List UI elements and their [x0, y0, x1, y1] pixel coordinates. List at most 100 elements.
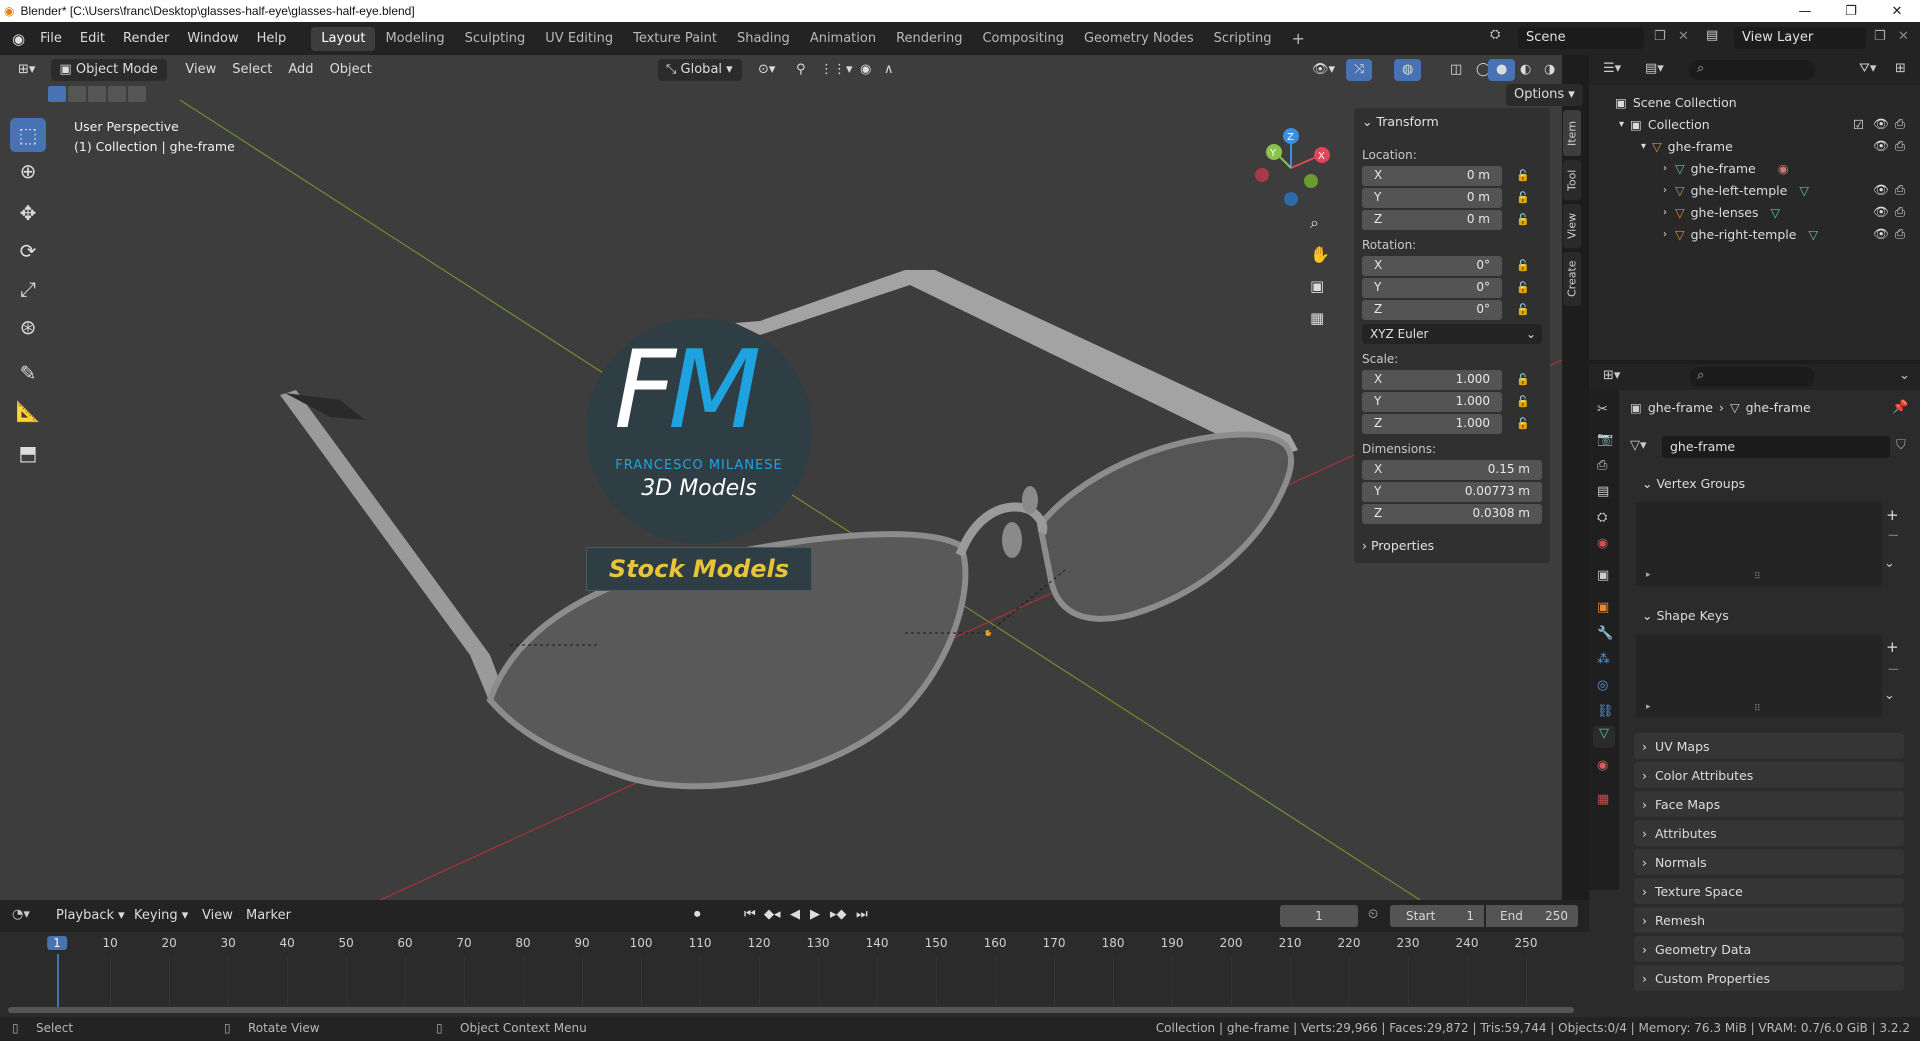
dimensions-z-field[interactable]: Z 0.0308 m — [1362, 504, 1542, 524]
eye-icon[interactable]: 👁 — [1873, 182, 1889, 198]
eye-icon[interactable]: 👁 — [1873, 138, 1889, 154]
transform-header[interactable]: ⌄ Transform — [1362, 114, 1439, 129]
face-maps-section[interactable]: › Face Maps — [1634, 791, 1904, 817]
tool-tab-icon[interactable]: ✂ — [1597, 402, 1608, 417]
delete-scene-icon[interactable]: ✕ — [1678, 29, 1689, 44]
custom-properties-section[interactable]: › Custom Properties — [1634, 965, 1904, 991]
perspective-grid-icon[interactable]: ▦ — [1310, 309, 1324, 327]
scene-icon[interactable]: ⛭ — [1490, 27, 1500, 42]
outliner-row-scene-collection[interactable]: ▣ Scene Collection — [1589, 91, 1920, 113]
keying-menu[interactable]: Keying ▾ — [126, 905, 196, 927]
playhead-line[interactable] — [57, 954, 59, 1009]
world-tab-icon[interactable]: ◉ — [1597, 536, 1608, 551]
select-extend-icon[interactable] — [68, 86, 86, 102]
select-subtract-icon[interactable] — [88, 86, 106, 102]
cursor-tool-icon[interactable]: ⊕ — [10, 154, 46, 188]
resize-handle-icon[interactable]: ⠿ — [1754, 704, 1761, 714]
select-invert-icon[interactable] — [108, 86, 126, 102]
outliner-row-ghe-frame[interactable]: ▾ ▽ ghe-frame 👁 ⎙ — [1589, 135, 1920, 157]
select-intersect-icon[interactable] — [128, 86, 146, 102]
new-scene-icon[interactable]: ❐ — [1654, 29, 1666, 44]
start-frame-field[interactable]: Start 1 — [1390, 905, 1484, 927]
current-frame-field[interactable]: 1 — [1280, 905, 1358, 927]
add-vertex-group-button[interactable]: + — [1886, 506, 1899, 524]
scale-tool-icon[interactable]: ⤢ — [10, 272, 46, 306]
end-frame-field[interactable]: End 250 — [1486, 905, 1578, 927]
lock-icon[interactable]: 🔓 — [1516, 191, 1530, 205]
material-tab-icon[interactable]: ◉ — [1597, 758, 1608, 773]
tab-modeling[interactable]: Modeling — [375, 27, 454, 51]
remesh-section[interactable]: › Remesh — [1634, 907, 1904, 933]
menu-object[interactable]: Object — [322, 59, 380, 81]
mode-selector[interactable]: ▣ Object Mode ▾ — [51, 59, 168, 99]
expand-arrow-icon[interactable]: › — [1663, 207, 1667, 218]
zoom-icon[interactable]: ⌕ — [1310, 213, 1319, 233]
visibility-icon[interactable]: 👁▾ — [1304, 59, 1343, 81]
tab-scripting[interactable]: Scripting — [1204, 27, 1282, 51]
object-tab-icon[interactable]: ▣ — [1597, 600, 1609, 615]
mesh-name-field[interactable]: ghe-frame — [1662, 436, 1890, 458]
lock-icon[interactable]: 🔓 — [1516, 259, 1530, 273]
menu-help[interactable]: Help — [248, 27, 296, 51]
play-icon[interactable]: ▶ — [810, 907, 820, 922]
lock-icon[interactable]: 🔓 — [1516, 169, 1530, 183]
falloff-icon[interactable]: ∧ — [876, 59, 902, 81]
menu-view[interactable]: View — [177, 59, 224, 81]
menu-file[interactable]: File — [31, 27, 71, 51]
3d-viewport[interactable]: FM FRANCESCO MILANESE 3D Models Stock Mo… — [0, 55, 1562, 900]
scale-x-field[interactable]: X 1.000 — [1362, 370, 1502, 390]
scene-selector[interactable]: Scene — [1518, 27, 1644, 49]
properties-editor-type-icon[interactable]: ⊞▾ — [1603, 368, 1620, 383]
outliner-row-collection[interactable]: ▾ ▣ Collection ☑ 👁 ⎙ — [1589, 113, 1920, 135]
constraints-tab-icon[interactable]: ⛓ — [1597, 704, 1614, 719]
menu-add[interactable]: Add — [280, 59, 321, 81]
mesh-browse-icon[interactable]: ▽▾ — [1630, 438, 1647, 453]
eye-icon[interactable]: 👁 — [1873, 204, 1889, 220]
color-attributes-section[interactable]: › Color Attributes — [1634, 762, 1904, 788]
vertex-group-menu-icon[interactable]: ⌄ — [1884, 556, 1895, 571]
outliner-row-ghe-left-temple[interactable]: › ▽ ghe-left-temple ▽ 👁 ⎙ — [1589, 179, 1920, 201]
expand-arrow-icon[interactable]: › — [1663, 185, 1667, 196]
scene-tab-icon[interactable]: ⛭ — [1597, 510, 1607, 525]
blender-menu-icon[interactable]: ◉ — [12, 30, 25, 48]
filter-icon[interactable]: ⛛▾ — [1859, 61, 1876, 76]
texture-space-section[interactable]: › Texture Space — [1634, 878, 1904, 904]
fake-user-icon[interactable]: ⛉ — [1896, 438, 1906, 453]
menu-select[interactable]: Select — [224, 59, 280, 81]
tab-tool[interactable]: Tool — [1563, 160, 1581, 200]
collection-tab-icon[interactable]: ▣ — [1597, 568, 1609, 583]
outliner-editor-type-icon[interactable]: ☰▾ — [1603, 61, 1621, 76]
shape-key-menu-icon[interactable]: ⌄ — [1884, 688, 1895, 703]
navigation-gizmo[interactable]: Z X Y — [1246, 123, 1336, 213]
properties-search-input[interactable]: ⌕ — [1689, 367, 1815, 387]
move-tool-icon[interactable]: ✥ — [10, 196, 46, 230]
select-new-icon[interactable] — [48, 86, 66, 102]
vertex-groups-header[interactable]: ⌄ Vertex Groups — [1634, 470, 1904, 496]
rotation-z-field[interactable]: Z 0° — [1362, 300, 1502, 320]
expand-arrow-icon[interactable]: › — [1663, 163, 1667, 174]
normals-section[interactable]: › Normals — [1634, 849, 1904, 875]
jump-prev-keyframe-icon[interactable]: ◆◂ — [764, 907, 781, 922]
tab-create[interactable]: Create — [1563, 252, 1581, 306]
jump-end-icon[interactable]: ⏭ — [856, 907, 868, 922]
scale-y-field[interactable]: Y 1.000 — [1362, 392, 1502, 412]
add-shape-key-button[interactable]: + — [1886, 638, 1899, 656]
lock-icon[interactable]: 🔓 — [1516, 281, 1530, 295]
measure-tool-icon[interactable]: 📐 — [10, 394, 46, 428]
physics-tab-icon[interactable]: ◎ — [1597, 678, 1608, 693]
camera-icon[interactable]: ⎙ — [1895, 138, 1905, 154]
minimize-button[interactable]: — — [1782, 0, 1828, 22]
view-layer-tab-icon[interactable]: ▤ — [1597, 484, 1609, 499]
particles-tab-icon[interactable]: ⁂ — [1597, 652, 1610, 667]
record-icon[interactable]: ⏺ — [694, 907, 701, 922]
camera-view-icon[interactable]: ▣ — [1310, 277, 1324, 295]
tab-sculpting[interactable]: Sculpting — [455, 27, 536, 51]
data-tab-icon[interactable]: ▽ — [1593, 726, 1615, 748]
marker-menu[interactable]: Marker — [238, 905, 299, 927]
lock-icon[interactable]: 🔓 — [1516, 373, 1530, 387]
tab-shading[interactable]: Shading — [727, 27, 800, 51]
uv-maps-section[interactable]: › UV Maps — [1634, 733, 1904, 759]
lock-icon[interactable]: 🔓 — [1516, 303, 1530, 317]
jump-start-icon[interactable]: ⏮ — [744, 907, 756, 922]
render-tab-icon[interactable]: 📷 — [1597, 432, 1613, 447]
